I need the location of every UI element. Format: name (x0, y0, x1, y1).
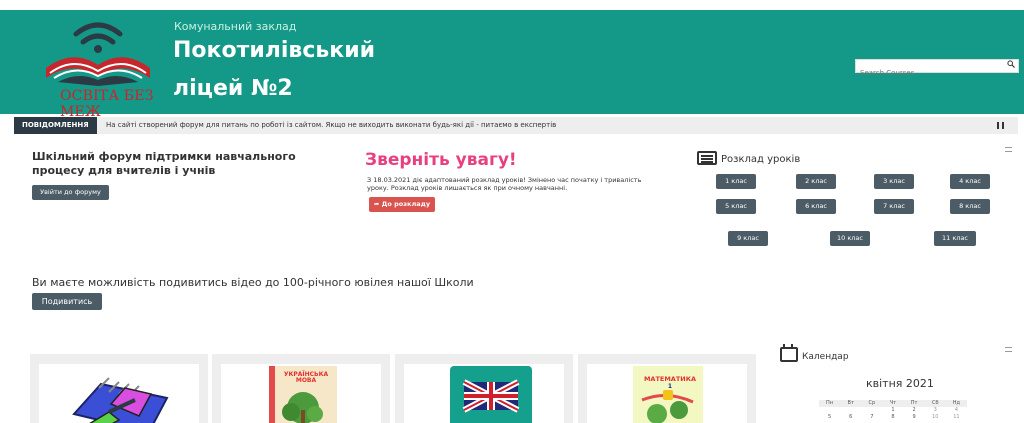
course-card[interactable]: УКРАЇНСЬКА МОВА (212, 354, 390, 423)
calendar-month[interactable]: квітня 2021 (866, 377, 934, 390)
weekday: Чт (889, 400, 897, 406)
schedule-link-label: До розкладу (381, 200, 431, 208)
math-book-icon (633, 366, 703, 423)
class-button-6[interactable]: 6 клас (796, 199, 836, 214)
course-image (39, 364, 199, 423)
course-image: УКРАЇНСЬКА МОВА (221, 364, 381, 423)
attention-text: З 18.03.2021 діє адаптований розклад уро… (367, 176, 642, 192)
calendar-weekdays: Пн Вт Ср Чт Пт Сб Нд (819, 400, 967, 407)
weekday: Сб (931, 400, 939, 406)
calendar-grid: Пн Вт Ср Чт Пт Сб Нд 1 2 3 4 5 6 7 8 9 1… (819, 400, 967, 421)
school-subtitle: Комунальний заклад (174, 20, 297, 33)
ticker-text[interactable]: На сайті створений форум для питань по р… (106, 117, 556, 134)
calendar-week: 1 2 3 4 (819, 407, 967, 414)
calendar-day[interactable]: 7 (861, 414, 882, 421)
notebook-pencil-icon (72, 377, 169, 423)
course-image: МАТЕМАТИКА 1 (587, 364, 747, 423)
calendar-day[interactable]: 2 (904, 407, 925, 414)
school-title-line1[interactable]: Покотилівський (173, 38, 375, 63)
calendar-day[interactable] (840, 407, 861, 414)
class-button-5[interactable]: 5 клас (716, 199, 756, 214)
pause-icon[interactable] (997, 122, 1004, 129)
collapse-icon[interactable] (1005, 347, 1012, 352)
weekday: Нд (952, 400, 961, 406)
course-card[interactable] (395, 354, 573, 423)
search-box (855, 59, 1019, 79)
course-image (404, 364, 564, 423)
class-button-4[interactable]: 4 клас (950, 174, 990, 189)
weekday: Пн (826, 400, 834, 406)
book-title: УКРАЇНСЬКА МОВА (283, 371, 329, 384)
uk-flag-icon (450, 366, 532, 423)
course-card[interactable]: МАТЕМАТИКА 1 (578, 354, 756, 423)
school-logo[interactable]: ОСВІТА БЕЗ МЕЖ (28, 18, 178, 120)
calendar-week: 5 6 7 8 9 10 11 (819, 414, 967, 421)
class-button-11[interactable]: 11 клас (934, 231, 976, 246)
weekday: Вт (847, 400, 854, 406)
calendar-day[interactable] (861, 407, 882, 414)
calendar-day[interactable]: 3 (925, 407, 946, 414)
class-button-3[interactable]: 3 клас (874, 174, 914, 189)
schedule-link-button[interactable]: ➦ До розкладу (369, 197, 435, 212)
watch-button[interactable]: Подивитись (32, 293, 102, 310)
video-text: Ви маєте можливість подивитись відео до … (32, 276, 474, 289)
class-button-8[interactable]: 8 клас (950, 199, 990, 214)
forum-title: Шкільний форум підтримки навчального про… (32, 150, 296, 177)
share-arrow-icon: ➦ (373, 200, 380, 208)
news-ticker: ПОВІДОМЛЕННЯ На сайті створений форум дл… (14, 117, 1018, 134)
book-title: МАТЕМАТИКА (643, 375, 697, 383)
ticker-label: ПОВІДОМЛЕННЯ (14, 117, 97, 134)
calendar-day[interactable]: 6 (840, 414, 861, 421)
class-button-1[interactable]: 1 клас (716, 174, 756, 189)
weekday: Ср (868, 400, 876, 406)
collapse-icon[interactable] (1005, 147, 1012, 152)
calendar-title: Календар (802, 352, 849, 362)
school-title-line2[interactable]: ліцей №2 (173, 76, 293, 101)
calendar-day[interactable]: 5 (819, 414, 840, 421)
calendar-day[interactable]: 9 (904, 414, 925, 421)
forum-button[interactable]: Увійти до форуму (32, 185, 109, 200)
weekday: Пт (910, 400, 918, 406)
class-button-10[interactable]: 10 клас (830, 231, 870, 246)
site-header: ОСВІТА БЕЗ МЕЖ Комунальний заклад Покоти… (0, 10, 1024, 120)
calendar-day[interactable] (819, 407, 840, 414)
search-input[interactable] (856, 67, 996, 79)
attention-title: Зверніть увагу! (365, 150, 517, 170)
calendar-day[interactable]: 10 (925, 414, 946, 421)
schedule-icon (697, 151, 717, 165)
logo-text: ОСВІТА БЕЗ МЕЖ (60, 88, 154, 120)
schedule-title: Розклад уроків (721, 154, 801, 165)
course-card[interactable] (30, 354, 208, 423)
calendar-day[interactable]: 8 (882, 414, 903, 421)
calendar-day[interactable]: 1 (882, 407, 903, 414)
calendar-icon (780, 344, 798, 362)
class-button-9[interactable]: 9 клас (728, 231, 768, 246)
search-icon[interactable] (1007, 60, 1015, 70)
book-grade: 1 (667, 383, 673, 390)
calendar-day[interactable]: 11 (946, 414, 967, 421)
calendar-day[interactable]: 4 (946, 407, 967, 414)
class-button-2[interactable]: 2 клас (796, 174, 836, 189)
class-button-7[interactable]: 7 клас (874, 199, 914, 214)
